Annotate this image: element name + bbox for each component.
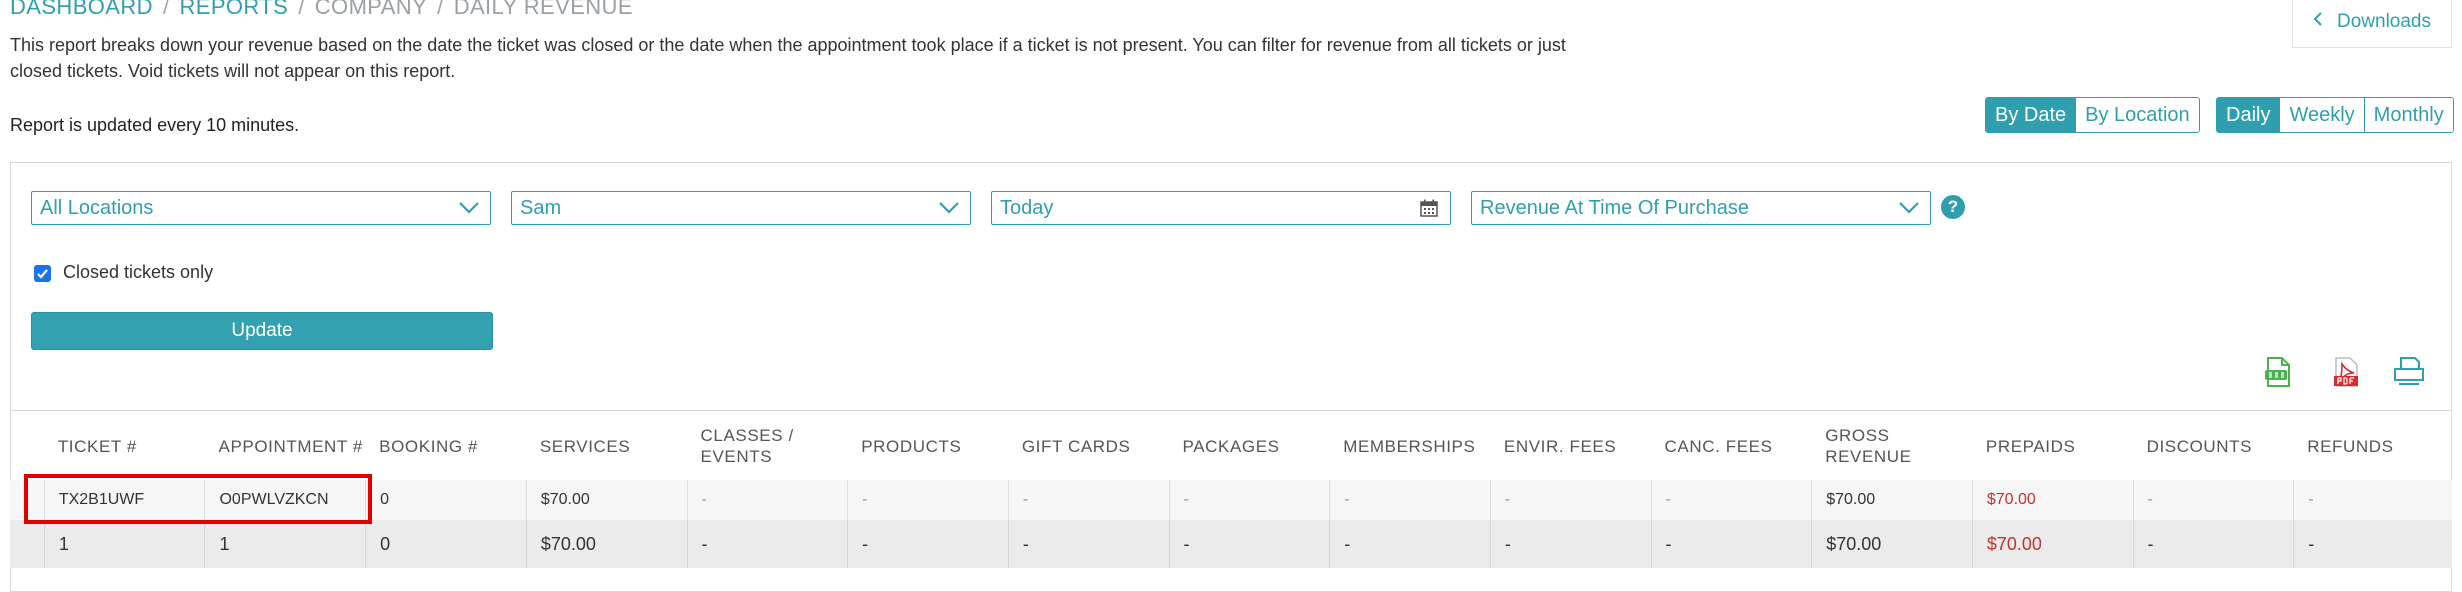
table-cell: - [2132,480,2294,520]
view-toggle: By Date By Location [1985,97,2200,133]
total-cell: - [686,520,848,568]
period-toggle: Daily Weekly Monthly [2216,97,2454,133]
table-cell: - [2293,480,2452,520]
total-cell: $70.00 [1811,520,1972,568]
table-cell: - [1489,480,1651,520]
weekly-button[interactable]: Weekly [2279,98,2364,132]
table-cell: - [1650,480,1812,520]
column-header: APPOINTMENT # [218,436,363,456]
breadcrumb-daily-revenue: DAILY REVENUE [453,0,633,19]
highlight-annotation [24,474,372,524]
chevron-down-icon [1896,198,1922,218]
total-cell: - [1329,520,1490,568]
date-picker-value: Today [1000,196,1054,219]
revenue-type-value: Revenue At Time Of Purchase [1480,196,1750,219]
column-header: GROSS REVENUE [1825,426,1912,466]
breadcrumb-separator: / [162,0,170,19]
monthly-button[interactable]: Monthly [2363,98,2453,132]
table-row: TX2B1UWF O0PWLVZKCN 0 $70.00- - - - - - - $70.00 $7… [10,480,2452,521]
downloads-button[interactable]: Downloads [2292,0,2452,48]
chevron-down-icon [456,198,482,218]
table-cell: - [1329,480,1490,520]
by-location-button[interactable]: By Location [2075,98,2199,132]
table-cell: - [1007,480,1169,520]
total-cell: 0 [365,520,526,568]
column-header: DISCOUNTS [2146,436,2253,456]
column-header: MEMBERSHIPS [1343,436,1476,456]
breadcrumb-separator: / [298,0,305,19]
date-picker[interactable]: Today [991,191,1451,225]
total-cell: - [1650,520,1812,568]
column-header: CANC. FEES [1664,436,1773,456]
column-header: CLASSES / EVENTS [700,426,794,466]
report-description: This report breaks down your revenue bas… [10,35,1566,81]
help-icon[interactable]: ? [1941,195,1965,219]
table-cell: - [686,480,848,520]
daily-button[interactable]: Daily [2217,98,2280,132]
total-cell: - [1489,520,1651,568]
by-date-button[interactable]: By Date [1986,98,2076,132]
print-icon[interactable] [2392,356,2426,391]
breadcrumb-company: COMPANY [314,0,428,19]
column-header: PRODUCTS [861,436,962,456]
update-note: Report is updated every 10 minutes. [10,115,300,135]
closed-tickets-label[interactable]: Closed tickets only [63,262,213,283]
breadcrumb-dashboard[interactable]: DASHBOARD [10,0,153,19]
column-header: SERVICES [539,436,631,456]
total-cell: 1 [204,520,365,568]
calendar-icon[interactable] [1416,198,1442,218]
table-gutter [10,520,44,568]
column-header: PACKAGES [1182,436,1280,456]
staff-select[interactable]: Sam [511,191,971,225]
csv-icon[interactable] [2262,356,2294,393]
closed-tickets-checkbox[interactable] [34,265,51,282]
table-header-row: TICKET # APPOINTMENT # BOOKING # SERVICES CL… [10,410,2452,482]
table-totals-row: 1 1 0 $70.00- - - - - - - $70.00 $70.00- - [10,520,2452,568]
total-cell: - [2132,520,2294,568]
column-header: BOOKING # [379,436,479,456]
total-cell: - [847,520,1008,568]
table-cell: - [847,480,1008,520]
location-select-value: All Locations [40,196,154,219]
chevron-down-icon [936,198,962,218]
column-header: GIFT CARDS [1021,436,1131,456]
breadcrumb-reports[interactable]: REPORTS [179,0,288,19]
total-cell: 1 [43,520,205,568]
table-cell: - [1168,480,1330,520]
chevron-left-icon [2313,11,2323,33]
column-header: PREPAIDS [1985,436,2076,456]
table-cell: 0 [365,480,526,520]
total-cell: - [2293,520,2452,568]
table-gutter [10,411,44,481]
total-cell: $70.00 [525,520,687,568]
table-cell: $70.00 [1971,480,2133,520]
column-header: TICKET # [57,436,137,456]
total-cell: - [1007,520,1169,568]
table-cell: $70.00 [525,480,687,520]
table-cell: $70.00 [1811,480,1972,520]
breadcrumb-separator: / [437,0,444,19]
total-cell: - [1168,520,1330,568]
location-select[interactable]: All Locations [31,191,491,225]
pdf-icon[interactable] [2330,356,2362,393]
total-cell: $70.00 [1971,520,2133,568]
update-button[interactable]: Update [31,312,493,350]
column-header: REFUNDS [2307,436,2394,456]
staff-select-value: Sam [520,196,562,219]
breadcrumb: DASHBOARD / REPORTS / COMPANY / DAILY REVENUE [10,0,633,20]
revenue-type-select[interactable]: Revenue At Time Of Purchase [1471,191,1931,225]
column-header: ENVIR. FEES [1503,436,1617,456]
downloads-label: Downloads [2337,10,2431,32]
